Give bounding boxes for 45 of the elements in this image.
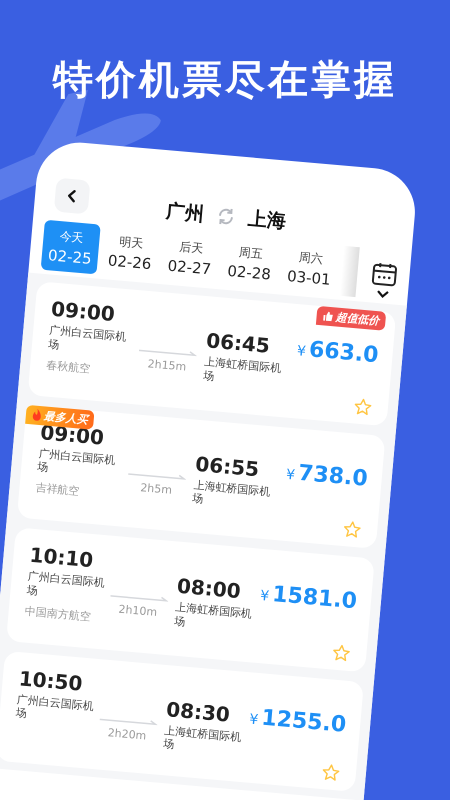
thumbs-up-icon <box>322 310 334 322</box>
arrival-airport: 上海虹桥国际机场 <box>173 600 254 630</box>
currency-symbol: ¥ <box>259 588 270 605</box>
badge-text: 超值低价 <box>334 309 380 328</box>
badge-text: 最多人买 <box>43 408 88 426</box>
star-icon[interactable] <box>342 520 362 540</box>
currency-symbol: ¥ <box>286 466 296 483</box>
destination-city: 上海 <box>246 206 287 235</box>
scroll-shadow <box>339 246 360 298</box>
airline-name: 吉祥航空 <box>34 480 82 500</box>
star-icon[interactable] <box>353 396 373 416</box>
arrival-time: 06:55 <box>194 451 262 481</box>
ticket-price: 1581.0 <box>271 582 358 614</box>
star-icon[interactable] <box>321 763 341 783</box>
currency-symbol: ¥ <box>296 343 307 360</box>
date-tab[interactable]: 明天 02-26 <box>100 224 161 280</box>
ticket-price: 1255.0 <box>260 705 348 738</box>
ticket-price: 663.0 <box>308 337 380 368</box>
flight-duration: 2h5m <box>140 480 173 496</box>
flight-card[interactable]: 最多人买 09:00 广州白云国际机场 吉祥航空 2h5m 06:55 上海虹桥国际机场 ¥ 738.0 <box>16 404 386 549</box>
arrival-time: 06:45 <box>205 328 272 358</box>
arrival-airport: 上海虹桥国际机场 <box>192 478 272 508</box>
arrival-time: 08:30 <box>165 696 232 726</box>
chevron-down-icon[interactable] <box>376 290 390 299</box>
departure-airport: 广州白云国际机场 <box>36 446 117 476</box>
arrival-time: 08:00 <box>176 574 243 604</box>
departure-airport: 广州白云国际机场 <box>15 692 95 722</box>
arrival-airport: 上海虹桥国际机场 <box>202 355 283 385</box>
origin-city: 广州 <box>165 199 206 228</box>
flight-duration: 2h15m <box>147 357 187 374</box>
flame-icon <box>31 408 42 422</box>
star-icon[interactable] <box>332 642 352 662</box>
departure-airport: 广州白云国际机场 <box>48 324 128 354</box>
currency-symbol: ¥ <box>248 711 259 728</box>
departure-airport: 广州白云国际机场 <box>26 570 106 600</box>
flight-duration: 2h10m <box>118 602 158 619</box>
headline: 特价机票尽在掌握 <box>51 56 398 105</box>
back-button[interactable] <box>54 178 91 214</box>
ticket-price: 738.0 <box>297 460 369 492</box>
departure-time: 09:00 <box>50 296 117 326</box>
flight-duration: 2h20m <box>107 726 147 742</box>
airline-name: 中国南方航空 <box>24 603 92 625</box>
calendar-icon[interactable] <box>370 261 398 288</box>
airline-name: 春秋航空 <box>46 356 92 377</box>
arrival-airport: 上海虹桥国际机场 <box>162 724 242 754</box>
